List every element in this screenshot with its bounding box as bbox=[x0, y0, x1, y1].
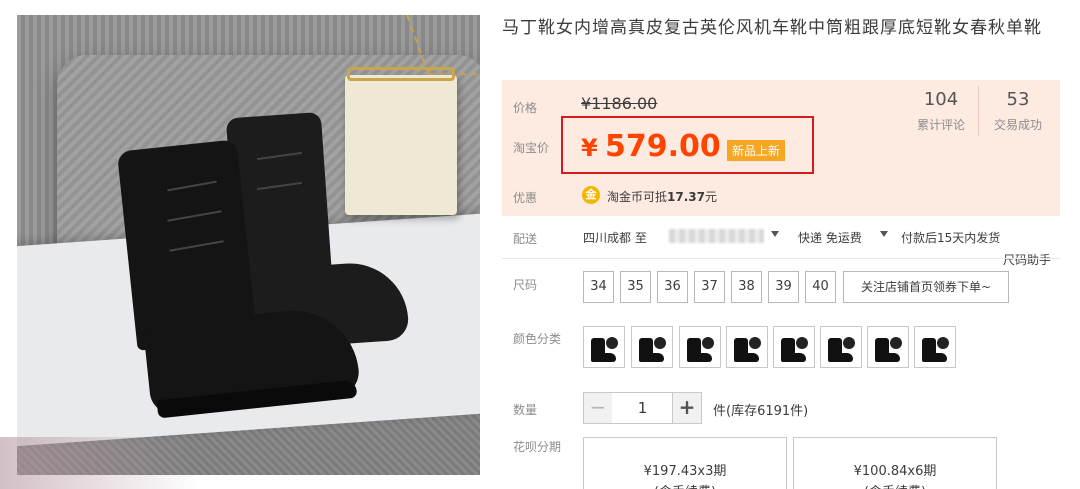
reviews-count[interactable]: 104 bbox=[901, 89, 981, 110]
color-swatch[interactable] bbox=[820, 326, 862, 368]
quantity-label: 数量 bbox=[513, 403, 538, 417]
product-page: { "product": { "title": "马丁靴女内增高真皮复古英伦风机… bbox=[0, 0, 1080, 489]
stock-info: 件(库存6191件) bbox=[713, 404, 809, 419]
coin-icon: 金 bbox=[582, 186, 600, 204]
size-helper-link[interactable]: 尺码助手 bbox=[1003, 251, 1051, 268]
size-option-38[interactable]: 38 bbox=[731, 271, 762, 303]
quantity-increase-button[interactable]: + bbox=[672, 392, 702, 424]
product-image[interactable] bbox=[17, 15, 480, 475]
section-divider bbox=[502, 258, 1060, 259]
size-option-39[interactable]: 39 bbox=[768, 271, 799, 303]
destination-selector[interactable] bbox=[669, 229, 764, 243]
new-arrival-badge: 新品上新 bbox=[727, 140, 786, 161]
size-option-36[interactable]: 36 bbox=[657, 271, 688, 303]
color-swatch[interactable] bbox=[631, 326, 673, 368]
sales-label: 交易成功 bbox=[993, 118, 1042, 132]
color-swatch[interactable] bbox=[773, 326, 815, 368]
quantity-input[interactable] bbox=[612, 392, 673, 424]
installment-amount: ¥100.84x6期 bbox=[853, 464, 937, 479]
shipping-method[interactable]: 快递 免运费 bbox=[798, 229, 862, 246]
color-swatch[interactable] bbox=[914, 326, 956, 368]
color-swatch[interactable] bbox=[583, 326, 625, 368]
shipping-label: 配送 bbox=[513, 232, 538, 246]
sales-count: 53 bbox=[1006, 89, 1030, 110]
coin-discount-text: 淘金币可抵17.37元 bbox=[607, 190, 717, 204]
promo-label: 优惠 bbox=[513, 191, 538, 205]
installment-amount: ¥197.43x3期 bbox=[643, 464, 727, 479]
original-price: ¥1186.00 bbox=[581, 94, 658, 113]
color-label: 颜色分类 bbox=[513, 332, 562, 346]
color-swatch[interactable] bbox=[867, 326, 909, 368]
size-option-35[interactable]: 35 bbox=[620, 271, 651, 303]
shipping-origin: 四川成都 至 bbox=[583, 231, 647, 245]
size-label: 尺码 bbox=[513, 278, 538, 292]
chevron-down-icon[interactable] bbox=[880, 231, 888, 237]
quantity-decrease-button[interactable]: − bbox=[583, 392, 613, 424]
follow-store-coupon-option[interactable]: 关注店铺首页领券下单~ bbox=[843, 271, 1009, 303]
photo-handbag bbox=[345, 75, 457, 215]
taobao-price-label: 淘宝价 bbox=[513, 141, 550, 155]
size-option-34[interactable]: 34 bbox=[583, 271, 614, 303]
shipping-promise: 付款后15天内发货 bbox=[901, 231, 1001, 245]
reviews-label[interactable]: 累计评论 bbox=[901, 116, 981, 133]
size-option-40[interactable]: 40 bbox=[805, 271, 836, 303]
product-title: 马丁靴女内增高真皮复古英伦风机车靴中筒粗跟厚底短靴女春秋单靴 bbox=[502, 18, 1042, 38]
price-label: 价格 bbox=[513, 101, 538, 115]
thumbnail-strip-fade bbox=[0, 437, 200, 489]
installment-fee-note: (含手续费) bbox=[583, 481, 787, 489]
chevron-down-icon[interactable] bbox=[771, 231, 779, 237]
current-price: 579.00 bbox=[605, 129, 721, 164]
photo-bag-clasp bbox=[347, 67, 455, 81]
size-option-37[interactable]: 37 bbox=[694, 271, 725, 303]
color-swatch[interactable] bbox=[679, 326, 721, 368]
installment-label: 花呗分期 bbox=[513, 440, 562, 454]
color-swatch[interactable] bbox=[726, 326, 768, 368]
price-currency: ¥ bbox=[581, 134, 598, 162]
installment-fee-note: (含手续费) bbox=[793, 481, 997, 489]
